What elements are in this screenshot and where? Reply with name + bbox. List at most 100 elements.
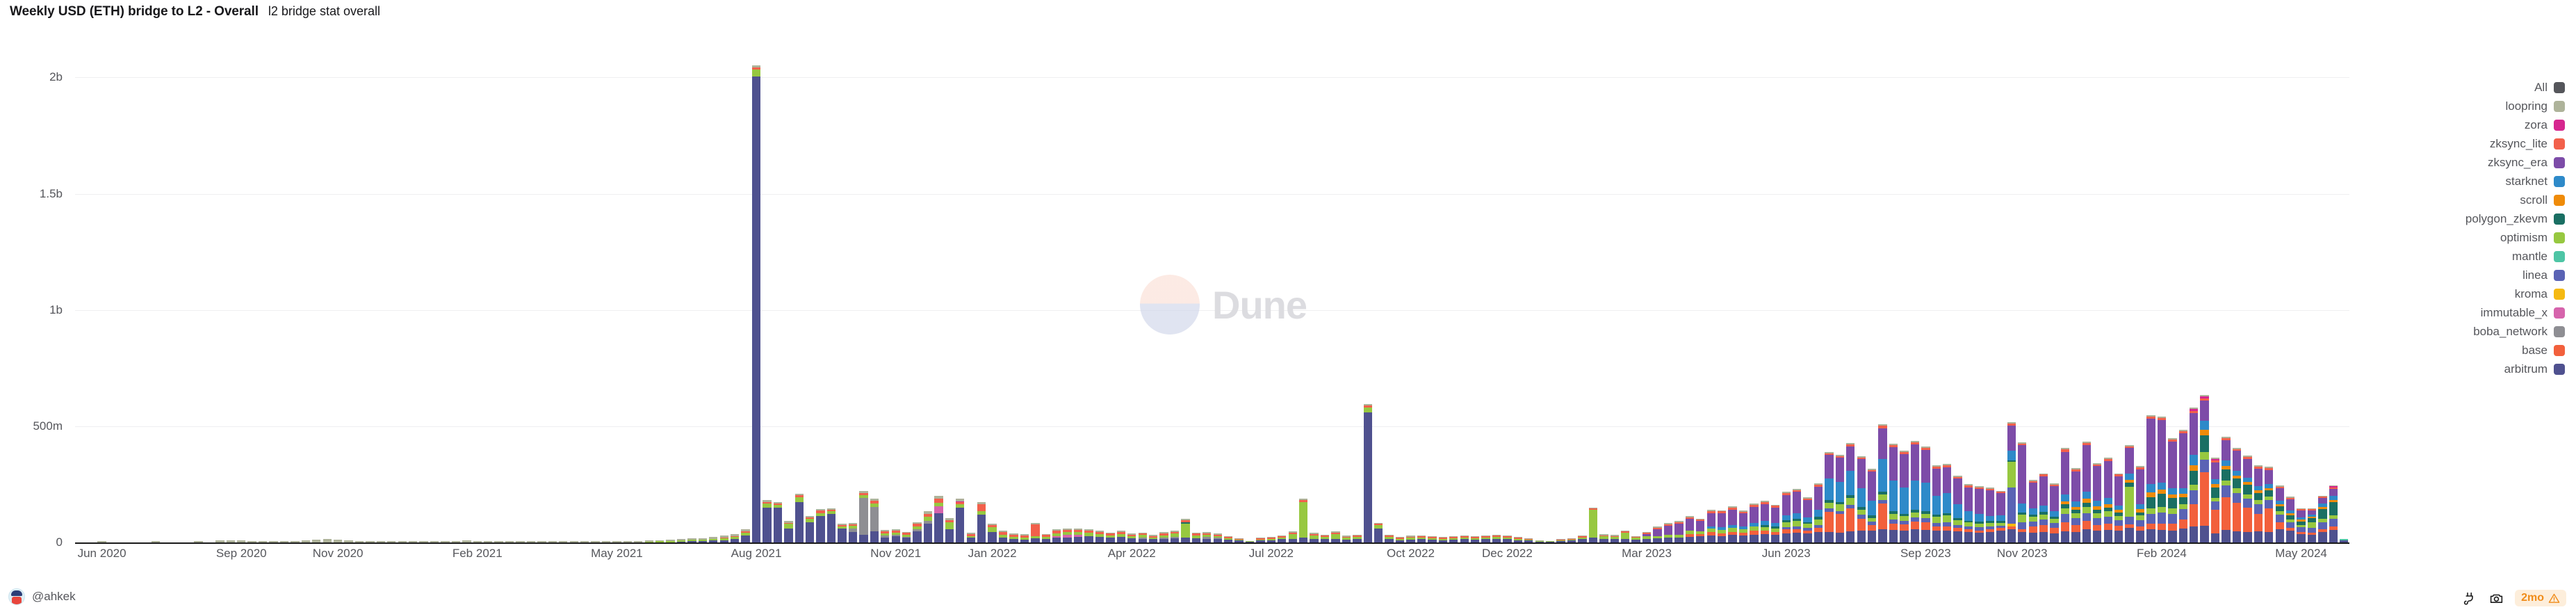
bar[interactable] (794, 493, 804, 542)
bar[interactable] (1792, 488, 1802, 542)
bar[interactable] (1385, 535, 1394, 542)
bar[interactable] (2329, 485, 2338, 542)
bar[interactable] (1278, 535, 1287, 542)
bar[interactable] (1181, 518, 1190, 542)
bar[interactable] (2275, 485, 2284, 542)
bar[interactable] (1266, 537, 1276, 542)
bar[interactable] (881, 529, 890, 542)
bar[interactable] (1921, 446, 1930, 542)
bar[interactable] (1428, 536, 1437, 542)
bar[interactable] (1320, 534, 1330, 542)
legend-item-mantle[interactable]: mantle (2512, 247, 2565, 266)
bar[interactable] (2093, 462, 2102, 542)
bar[interactable] (2071, 468, 2080, 542)
bar[interactable] (1674, 520, 1684, 542)
legend-item-linea[interactable]: linea (2522, 266, 2565, 284)
bar[interactable] (1943, 464, 1952, 542)
bar[interactable] (1084, 529, 1093, 542)
bar[interactable] (1771, 504, 1780, 542)
bar[interactable] (1803, 497, 1812, 542)
bar[interactable] (1985, 487, 1995, 542)
bar[interactable] (1696, 518, 1705, 542)
bar[interactable] (2253, 465, 2263, 542)
bar[interactable] (1953, 475, 1962, 542)
bar[interactable] (1148, 535, 1158, 542)
legend-item-loopring[interactable]: loopring (2506, 97, 2565, 115)
camera-icon[interactable] (2488, 590, 2504, 606)
bar[interactable] (2125, 444, 2134, 542)
bar[interactable] (1299, 498, 1308, 542)
footer-actions[interactable]: 2mo (2462, 590, 2566, 606)
bar[interactable] (2285, 497, 2295, 542)
bar[interactable] (784, 521, 793, 542)
bar[interactable] (2232, 448, 2242, 542)
bar[interactable] (1610, 535, 1619, 542)
bar[interactable] (1213, 533, 1222, 542)
bar[interactable] (1996, 490, 2005, 542)
bar[interactable] (1825, 451, 1834, 542)
bar[interactable] (1868, 468, 1877, 542)
bar[interactable] (1331, 531, 1340, 542)
bar[interactable] (751, 65, 761, 542)
bar[interactable] (1406, 536, 1415, 542)
bar[interactable] (1159, 532, 1168, 542)
bar[interactable] (945, 518, 954, 542)
bar[interactable] (1374, 522, 1383, 542)
bar[interactable] (923, 511, 933, 542)
bar[interactable] (1492, 534, 1501, 542)
bar[interactable] (1932, 465, 1941, 542)
legend-item-optimism[interactable]: optimism (2500, 228, 2565, 247)
bar[interactable] (1846, 443, 1855, 542)
data-freshness-badge[interactable]: 2mo (2515, 590, 2566, 606)
bar[interactable] (719, 536, 728, 542)
legend-item-boba-network[interactable]: boba_network (2473, 322, 2565, 341)
bar[interactable] (1728, 506, 1737, 542)
bar[interactable] (2318, 495, 2327, 542)
bar[interactable] (1503, 535, 1512, 542)
bar-series-container[interactable] (75, 54, 2349, 542)
bar[interactable] (2007, 421, 2016, 542)
bar[interactable] (1685, 516, 1694, 542)
legend-item-kroma[interactable]: kroma (2515, 284, 2565, 303)
bar[interactable] (913, 522, 922, 542)
bar[interactable] (2243, 456, 2252, 542)
bar[interactable] (2018, 442, 2027, 542)
bar[interactable] (891, 529, 900, 542)
bar[interactable] (1889, 443, 1898, 542)
bar[interactable] (998, 530, 1008, 542)
bar[interactable] (1009, 533, 1018, 542)
bar[interactable] (1223, 536, 1233, 542)
bar[interactable] (1631, 536, 1640, 542)
bar[interactable] (1438, 537, 1447, 542)
bar[interactable] (1127, 533, 1136, 542)
bar[interactable] (763, 500, 772, 542)
legend-item-polygon-zkevm[interactable]: polygon_zkevm (2465, 209, 2565, 228)
legend-item-zksync-era[interactable]: zksync_era (2488, 153, 2565, 172)
bar[interactable] (1481, 535, 1490, 542)
bar[interactable] (1020, 534, 1029, 542)
bar[interactable] (1964, 484, 1973, 542)
bar[interactable] (2114, 473, 2123, 542)
bar[interactable] (816, 508, 825, 542)
bar[interactable] (2082, 442, 2092, 542)
bar[interactable] (2050, 483, 2059, 542)
bar[interactable] (2157, 416, 2167, 542)
bar[interactable] (1288, 531, 1297, 542)
bar[interactable] (1460, 535, 1469, 542)
bar[interactable] (773, 501, 783, 542)
bar[interactable] (2200, 394, 2209, 542)
legend-item-zksync-lite[interactable]: zksync_lite (2490, 134, 2565, 153)
bar[interactable] (859, 490, 868, 542)
bar[interactable] (1170, 530, 1180, 542)
legend-item-immutable-x[interactable]: immutable_x (2481, 303, 2565, 322)
bar[interactable] (988, 523, 997, 542)
bar[interactable] (1975, 485, 1984, 542)
bar[interactable] (2135, 466, 2145, 542)
legend[interactable]: All loopring zora zksync_lite zksync_era star… (2465, 78, 2565, 378)
bar[interactable] (1095, 531, 1104, 542)
bar[interactable] (1642, 532, 1652, 542)
bar[interactable] (1138, 532, 1147, 542)
bar[interactable] (1900, 450, 1909, 542)
bar[interactable] (2168, 437, 2177, 542)
bar[interactable] (2265, 467, 2274, 542)
